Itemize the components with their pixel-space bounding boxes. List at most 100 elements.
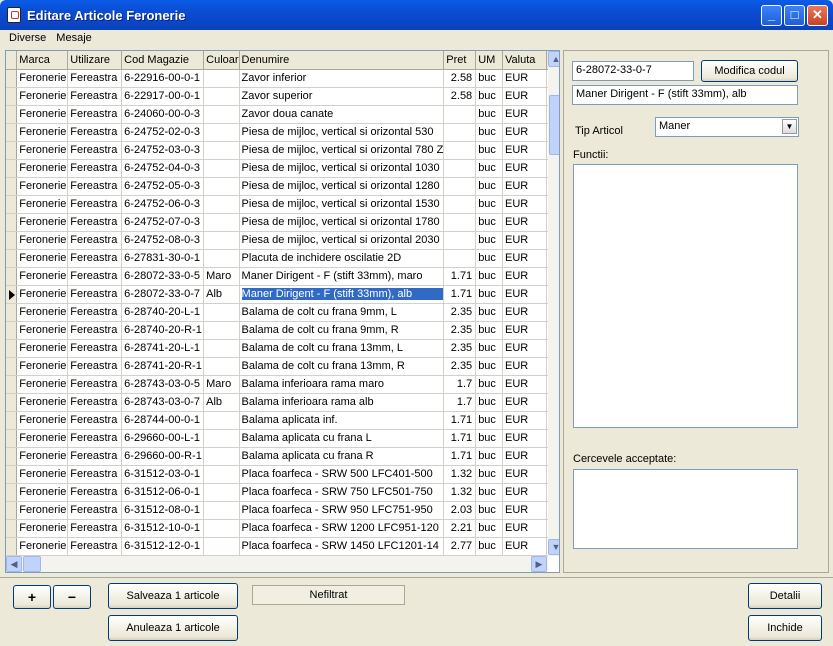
table-cell[interactable]: Feronerie <box>16 537 69 556</box>
table-cell[interactable]: Feronerie <box>16 303 69 322</box>
table-cell[interactable]: Fereastra <box>67 483 123 502</box>
table-cell[interactable]: EUR <box>502 429 547 448</box>
table-cell[interactable]: Feronerie <box>16 519 69 538</box>
table-cell[interactable] <box>203 357 240 376</box>
table-cell[interactable]: buc <box>475 285 504 304</box>
menu-diverse[interactable]: Diverse <box>4 30 51 44</box>
table-cell[interactable]: 6-28744-00-0-1 <box>121 411 205 430</box>
table-cell[interactable]: 1.71 <box>443 447 477 466</box>
table-cell[interactable]: Zavor inferior <box>239 69 445 88</box>
table-cell[interactable]: Fereastra <box>67 69 123 88</box>
table-cell[interactable]: EUR <box>502 123 547 142</box>
functii-list[interactable] <box>573 164 798 428</box>
table-cell[interactable]: EUR <box>502 177 547 196</box>
table-cell[interactable]: Fereastra <box>67 267 123 286</box>
table-cell[interactable]: Fereastra <box>67 123 123 142</box>
save-button[interactable]: Salveaza 1 articole <box>108 583 238 609</box>
table-cell[interactable]: Fereastra <box>67 501 123 520</box>
table-cell[interactable]: buc <box>475 501 504 520</box>
table-cell[interactable]: Fereastra <box>67 519 123 538</box>
table-cell[interactable]: Alb <box>203 393 240 412</box>
table-cell[interactable] <box>203 105 240 124</box>
table-cell[interactable]: Feronerie <box>16 411 69 430</box>
table-cell[interactable]: buc <box>475 375 504 394</box>
row-indicator[interactable] <box>6 231 18 250</box>
table-cell[interactable]: Piesa de mijloc, vertical si orizontal 1… <box>239 195 445 214</box>
cercevele-list[interactable] <box>573 469 798 549</box>
table-cell[interactable]: 2.35 <box>443 357 477 376</box>
table-cell[interactable] <box>443 141 477 160</box>
table-cell[interactable]: Balama de colt cu frana 9mm, R <box>239 321 445 340</box>
table-cell[interactable]: buc <box>475 321 504 340</box>
table-cell[interactable] <box>203 303 240 322</box>
table-cell[interactable]: buc <box>475 231 504 250</box>
table-cell[interactable]: Fereastra <box>67 411 123 430</box>
table-cell[interactable]: Maro <box>203 267 240 286</box>
row-indicator[interactable] <box>6 195 18 214</box>
row-indicator[interactable] <box>6 159 18 178</box>
table-cell[interactable] <box>203 231 240 250</box>
table-cell[interactable]: Fereastra <box>67 141 123 160</box>
table-cell[interactable] <box>203 465 240 484</box>
maximize-button[interactable]: □ <box>784 5 805 26</box>
table-row[interactable]: Feronerie Fereastra 6-28740-20-L-1 Balama d… <box>6 303 559 322</box>
table-cell[interactable]: 6-28740-20-R-1 <box>121 321 205 340</box>
table-cell[interactable]: Feronerie <box>16 285 69 304</box>
hscroll-thumb[interactable] <box>23 556 41 572</box>
table-cell[interactable]: Feronerie <box>16 69 69 88</box>
table-cell[interactable] <box>203 249 240 268</box>
table-cell[interactable]: EUR <box>502 465 547 484</box>
table-cell[interactable]: 6-29660-00-R-1 <box>121 447 205 466</box>
row-indicator[interactable] <box>6 285 18 304</box>
table-cell[interactable] <box>203 519 240 538</box>
table-cell[interactable]: Feronerie <box>16 321 69 340</box>
table-cell[interactable]: 2.35 <box>443 339 477 358</box>
table-cell[interactable]: 6-31512-12-0-1 <box>121 537 205 556</box>
table-cell[interactable]: 6-31512-03-0-1 <box>121 465 205 484</box>
table-cell[interactable] <box>443 177 477 196</box>
table-cell[interactable]: 6-24752-06-0-3 <box>121 195 205 214</box>
tip-articol-select[interactable]: Maner ▼ <box>655 117 799 137</box>
row-indicator[interactable] <box>6 447 18 466</box>
table-cell[interactable] <box>443 213 477 232</box>
table-cell[interactable]: 6-28743-03-0-5 <box>121 375 205 394</box>
table-cell[interactable]: buc <box>475 141 504 160</box>
table-cell[interactable]: EUR <box>502 69 547 88</box>
table-cell[interactable]: Feronerie <box>16 501 69 520</box>
scroll-down-icon[interactable]: ▼ <box>548 539 559 555</box>
table-cell[interactable]: EUR <box>502 393 547 412</box>
table-row[interactable]: Feronerie Fereastra 6-31512-10-0-1 Placa fo… <box>6 519 559 538</box>
table-cell[interactable]: Fereastra <box>67 429 123 448</box>
table-row[interactable]: Feronerie Fereastra 6-31512-12-0-1 Placa fo… <box>6 537 559 556</box>
table-row[interactable]: Feronerie Fereastra 6-31512-03-0-1 Placa fo… <box>6 465 559 484</box>
table-cell[interactable]: Feronerie <box>16 393 69 412</box>
table-cell[interactable]: Piesa de mijloc, vertical si orizontal 7… <box>239 141 445 160</box>
table-cell[interactable]: 1.32 <box>443 483 477 502</box>
table-cell[interactable]: Feronerie <box>16 429 69 448</box>
table-cell[interactable]: buc <box>475 105 504 124</box>
table-cell[interactable]: 6-29660-00-L-1 <box>121 429 205 448</box>
table-cell[interactable]: Piesa de mijloc, vertical si orizontal 1… <box>239 159 445 178</box>
table-cell[interactable]: buc <box>475 483 504 502</box>
table-cell[interactable]: EUR <box>502 249 547 268</box>
table-cell[interactable] <box>203 501 240 520</box>
table-cell[interactable]: Feronerie <box>16 447 69 466</box>
table-cell[interactable]: 6-27831-30-0-1 <box>121 249 205 268</box>
table-cell[interactable] <box>203 177 240 196</box>
table-cell[interactable]: 2.21 <box>443 519 477 538</box>
row-indicator[interactable] <box>6 321 18 340</box>
table-cell[interactable]: EUR <box>502 537 547 556</box>
table-cell[interactable]: Placa foarfeca - SRW 950 LFC751-950 <box>239 501 445 520</box>
row-indicator[interactable] <box>6 339 18 358</box>
table-cell[interactable]: 1.71 <box>443 285 477 304</box>
table-cell[interactable]: EUR <box>502 447 547 466</box>
table-cell[interactable]: Feronerie <box>16 123 69 142</box>
table-cell[interactable]: EUR <box>502 375 547 394</box>
minimize-button[interactable]: _ <box>761 5 782 26</box>
table-cell[interactable]: buc <box>475 249 504 268</box>
table-row[interactable]: Feronerie Fereastra 6-29660-00-R-1 Balama a… <box>6 447 559 466</box>
table-cell[interactable]: 2.77 <box>443 537 477 556</box>
table-cell[interactable]: Balama de colt cu frana 9mm, L <box>239 303 445 322</box>
chevron-down-icon[interactable]: ▼ <box>782 119 797 134</box>
table-cell[interactable] <box>203 69 240 88</box>
